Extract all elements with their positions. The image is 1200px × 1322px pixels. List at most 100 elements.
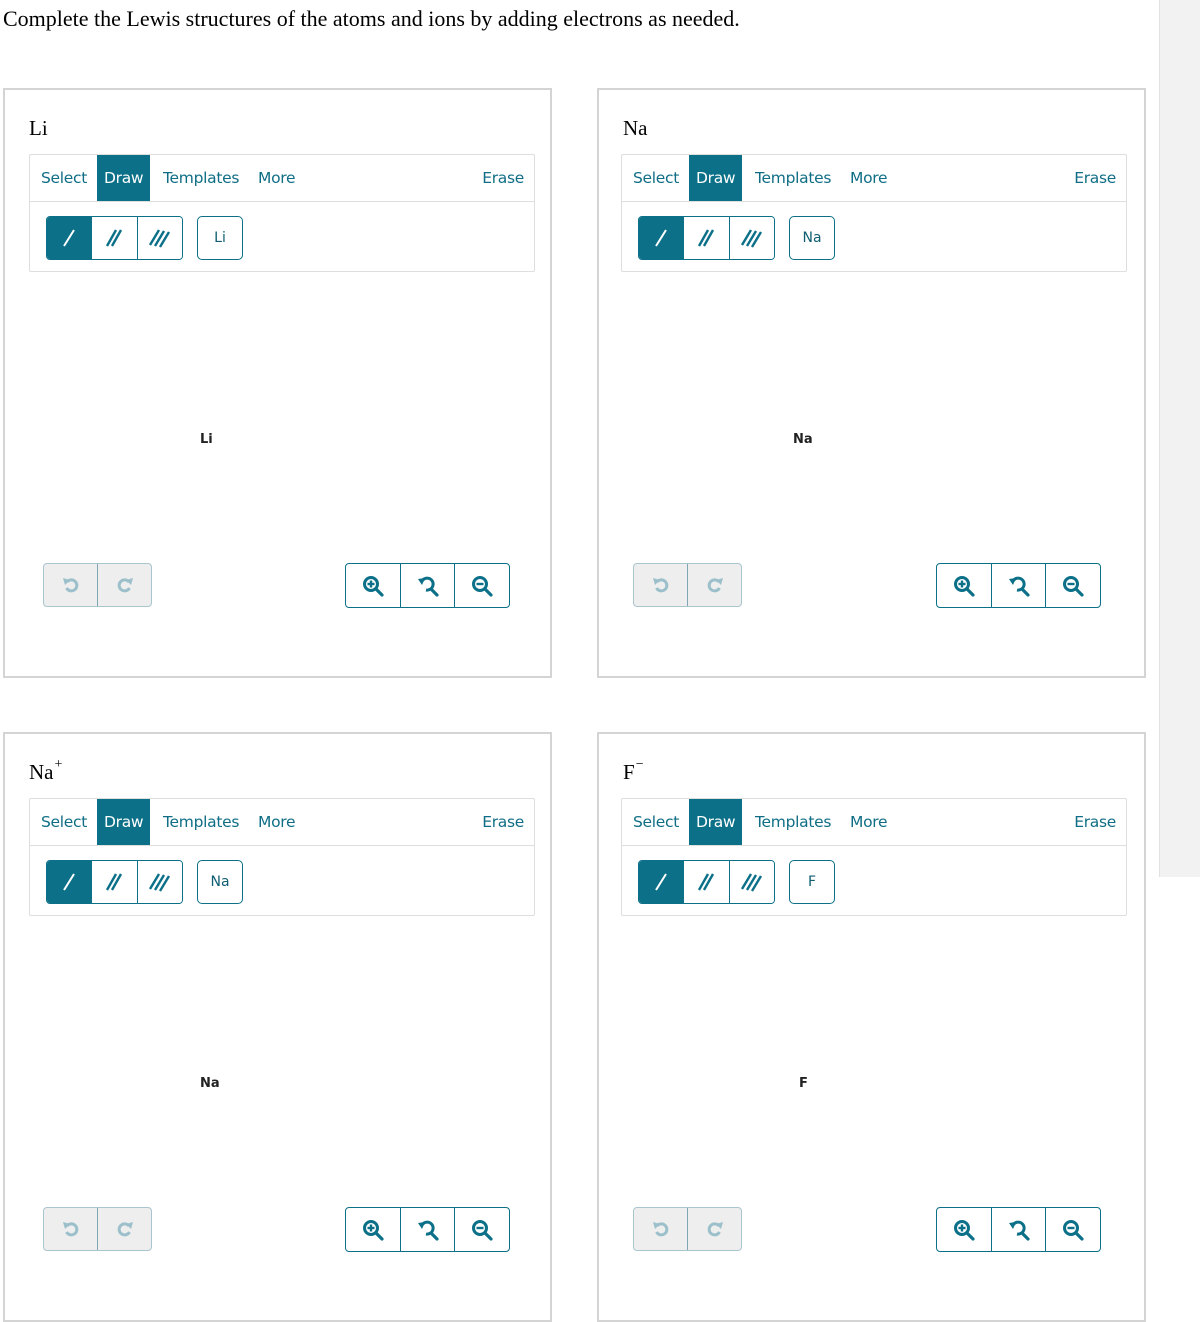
double-bond-button[interactable] xyxy=(683,861,729,903)
tool-row: Na xyxy=(622,202,1126,272)
double-bond-icon xyxy=(106,229,123,247)
zoom-reset-icon xyxy=(1008,1220,1030,1241)
undo-redo-group xyxy=(43,563,152,607)
triple-bond-icon xyxy=(740,873,762,892)
zoom-in-icon xyxy=(362,1219,384,1241)
draw-tab[interactable]: Draw xyxy=(97,155,151,201)
erase-button[interactable]: Erase xyxy=(1074,155,1116,201)
single-bond-icon xyxy=(655,873,668,891)
zoom-out-icon xyxy=(472,575,493,597)
toolbar-menu: Select Draw Templates More Erase xyxy=(30,155,534,202)
templates-tab[interactable]: Templates xyxy=(755,155,831,201)
more-tab[interactable]: More xyxy=(258,155,296,201)
zoom-out-icon xyxy=(1063,1219,1084,1241)
zoom-in-icon xyxy=(953,575,975,597)
more-tab[interactable]: More xyxy=(850,799,888,845)
select-tab[interactable]: Select xyxy=(41,799,87,845)
zoom-reset-button[interactable] xyxy=(990,1208,1046,1251)
zoom-out-button[interactable] xyxy=(454,1208,509,1251)
redo-button[interactable] xyxy=(97,564,151,606)
redo-button[interactable] xyxy=(687,564,741,606)
select-tab[interactable]: Select xyxy=(633,799,679,845)
redo-icon xyxy=(117,578,133,593)
triple-bond-button[interactable] xyxy=(728,861,774,903)
draw-tab[interactable]: Draw xyxy=(97,799,151,845)
draw-tab[interactable]: Draw xyxy=(689,155,743,201)
zoom-out-button[interactable] xyxy=(454,564,509,607)
triple-bond-button[interactable] xyxy=(136,861,182,903)
toolbar-menu: Select Draw Templates More Erase xyxy=(622,155,1126,202)
single-bond-button[interactable] xyxy=(47,861,92,903)
zoom-reset-icon xyxy=(417,1220,439,1241)
element-button[interactable]: Na xyxy=(789,216,835,260)
select-tab[interactable]: Select xyxy=(41,155,87,201)
zoom-out-button[interactable] xyxy=(1045,1208,1100,1251)
single-bond-button[interactable] xyxy=(47,217,92,259)
species-symbol: Na xyxy=(29,760,54,784)
zoom-controls xyxy=(345,563,510,608)
redo-button[interactable] xyxy=(97,1208,151,1250)
undo-icon xyxy=(62,1222,78,1237)
undo-redo-group xyxy=(43,1207,152,1251)
erase-button[interactable]: Erase xyxy=(482,799,524,845)
zoom-out-button[interactable] xyxy=(1045,564,1100,607)
species-charge: + xyxy=(54,757,63,772)
tool-row: Na xyxy=(30,846,534,916)
double-bond-button[interactable] xyxy=(91,217,137,259)
more-tab[interactable]: More xyxy=(258,799,296,845)
more-tab[interactable]: More xyxy=(850,155,888,201)
element-button[interactable]: Na xyxy=(197,860,243,904)
tool-row: Li xyxy=(30,202,534,272)
double-bond-button[interactable] xyxy=(91,861,137,903)
drawing-toolbar: Select Draw Templates More Erase Li xyxy=(29,154,535,272)
zoom-in-icon xyxy=(953,1219,975,1241)
redo-icon xyxy=(707,1222,723,1237)
single-bond-button[interactable] xyxy=(639,861,684,903)
templates-tab[interactable]: Templates xyxy=(163,155,239,201)
zoom-reset-button[interactable] xyxy=(990,564,1046,607)
side-panel xyxy=(1159,0,1200,877)
zoom-reset-icon xyxy=(417,576,439,597)
templates-tab[interactable]: Templates xyxy=(163,799,239,845)
canvas-atom[interactable]: F xyxy=(799,1076,808,1091)
canvas-atom[interactable]: Na xyxy=(200,1076,220,1091)
undo-button[interactable] xyxy=(634,1208,687,1250)
bond-selector xyxy=(638,216,775,260)
zoom-in-button[interactable] xyxy=(346,1208,400,1251)
erase-button[interactable]: Erase xyxy=(1074,799,1116,845)
undo-button[interactable] xyxy=(44,1208,97,1250)
double-bond-icon xyxy=(698,229,715,247)
redo-button[interactable] xyxy=(687,1208,741,1250)
zoom-in-button[interactable] xyxy=(346,564,400,607)
draw-tab[interactable]: Draw xyxy=(689,799,743,845)
zoom-reset-button[interactable] xyxy=(399,1208,455,1251)
toolbar-menu: Select Draw Templates More Erase xyxy=(30,799,534,846)
triple-bond-button[interactable] xyxy=(136,217,182,259)
element-button[interactable]: Li xyxy=(197,216,243,260)
erase-button[interactable]: Erase xyxy=(482,155,524,201)
lewis-panel-f-minus: F− Select Draw Templates More Erase F F xyxy=(597,732,1146,1322)
double-bond-icon xyxy=(698,873,715,891)
undo-button[interactable] xyxy=(44,564,97,606)
single-bond-icon xyxy=(655,229,668,247)
zoom-in-button[interactable] xyxy=(937,1208,991,1251)
canvas-atom[interactable]: Li xyxy=(200,432,213,447)
zoom-controls xyxy=(936,1207,1101,1252)
templates-tab[interactable]: Templates xyxy=(755,799,831,845)
single-bond-button[interactable] xyxy=(639,217,684,259)
single-bond-icon xyxy=(63,229,76,247)
zoom-reset-button[interactable] xyxy=(399,564,455,607)
double-bond-button[interactable] xyxy=(683,217,729,259)
canvas-atom[interactable]: Na xyxy=(793,432,813,447)
triple-bond-button[interactable] xyxy=(728,217,774,259)
drawing-toolbar: Select Draw Templates More Erase F xyxy=(621,798,1127,916)
zoom-in-button[interactable] xyxy=(937,564,991,607)
undo-button[interactable] xyxy=(634,564,687,606)
drawing-toolbar: Select Draw Templates More Erase Na xyxy=(621,154,1127,272)
zoom-out-icon xyxy=(472,1219,493,1241)
lewis-panel-na-plus: Na+ Select Draw Templates More Erase Na xyxy=(3,732,552,1322)
select-tab[interactable]: Select xyxy=(633,155,679,201)
element-button[interactable]: F xyxy=(789,860,835,904)
instructions-text: Complete the Lewis structures of the ato… xyxy=(3,6,740,31)
undo-icon xyxy=(652,578,668,593)
